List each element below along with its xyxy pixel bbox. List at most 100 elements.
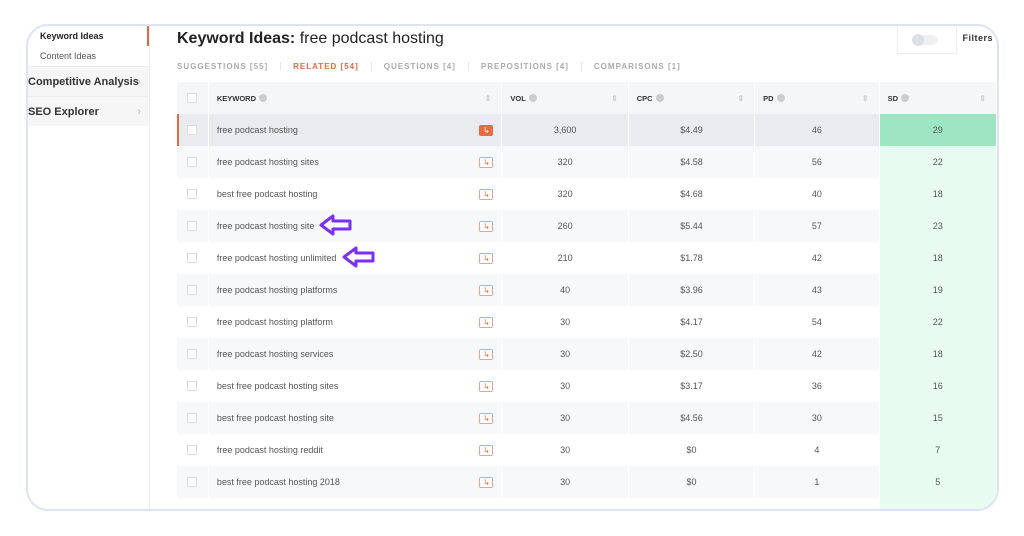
keyword-cell[interactable]: free podcast hosting ↳ <box>209 114 503 146</box>
tab-suggestions[interactable]: SUGGESTIONS [55] <box>177 62 280 71</box>
table-row[interactable]: best free podcast hosting sites ↳ 30 $3.1… <box>177 370 997 402</box>
sort-icon[interactable]: ⇕ <box>611 94 618 103</box>
tab-comparisons[interactable]: COMPARISONS [1] <box>580 62 693 71</box>
help-icon[interactable] <box>776 94 785 102</box>
keyword-cell[interactable]: free podcast hosting unlimited ↳ <box>209 242 503 274</box>
keyword-cell[interactable]: best free podcast hosting sites ↳ <box>209 370 503 402</box>
keyword-text: best free podcast hosting <box>216 189 318 199</box>
row-checkbox[interactable] <box>177 434 209 466</box>
vol-cell: 30 <box>502 402 629 434</box>
row-checkbox[interactable] <box>177 114 209 146</box>
open-keyword-icon[interactable]: ↳ <box>479 252 494 264</box>
row-checkbox[interactable] <box>177 178 209 210</box>
row-checkbox[interactable] <box>177 274 209 306</box>
row-checkbox[interactable] <box>177 210 209 242</box>
open-keyword-icon[interactable]: ↳ <box>479 444 494 456</box>
table-header: KEYWORD ⇕ VOL ⇕ CPC ⇕ PD ⇕ SD ⇕ <box>177 82 997 114</box>
keyword-cell[interactable]: free podcast hosting services ↳ <box>209 338 503 370</box>
column-cpc[interactable]: CPC ⇕ <box>629 82 756 114</box>
tab-questions[interactable]: QUESTIONS [4] <box>370 62 468 71</box>
table-row[interactable]: free podcast hosting site ↳ 260 $5.44 57 … <box>177 210 997 242</box>
open-keyword-icon[interactable]: ↳ <box>479 476 494 488</box>
keyword-cell[interactable]: free podcast hosting platform ↳ <box>209 306 503 338</box>
open-keyword-icon[interactable]: ↳ <box>479 156 494 168</box>
help-icon[interactable] <box>259 94 268 102</box>
select-all-checkbox[interactable] <box>177 82 209 114</box>
table-row[interactable]: free podcast hosting ↳ 3,600 $4.49 46 29 <box>177 114 997 146</box>
column-vol[interactable]: VOL ⇕ <box>502 82 629 114</box>
keyword-cell[interactable]: free podcast hosting sites ↳ <box>209 146 503 178</box>
open-keyword-icon[interactable]: ↳ <box>479 284 494 296</box>
row-checkbox[interactable] <box>177 146 209 178</box>
sidebar-item-competitive-analysis[interactable]: Competitive Analysis › <box>28 66 149 96</box>
sidebar-item-content-ideas[interactable]: Content Ideas <box>28 46 149 66</box>
open-keyword-icon[interactable]: ↳ <box>479 188 494 200</box>
column-label: VOL <box>510 93 526 103</box>
table-row[interactable]: free podcast hosting platforms ↳ 40 $3.96… <box>177 274 997 306</box>
keyword-cell[interactable]: free podcast hosting reddit ↳ <box>209 434 503 466</box>
open-keyword-icon[interactable]: ↳ <box>479 316 494 328</box>
pd-cell: 36 <box>755 370 880 402</box>
row-checkbox[interactable] <box>177 498 209 509</box>
column-keyword[interactable]: KEYWORD ⇕ <box>209 82 503 114</box>
sd-cell: 7 <box>879 434 997 466</box>
cpc-cell: $1.78 <box>629 242 756 274</box>
keyword-text: free podcast hosting platform <box>216 317 333 327</box>
keyword-cell[interactable]: free podcast hosting site ↳ <box>209 210 503 242</box>
toggle-container <box>897 26 957 54</box>
vol-cell <box>502 498 629 509</box>
sidebar-item-keyword-ideas[interactable]: Keyword Ideas <box>28 26 149 46</box>
vol-cell: 40 <box>502 274 629 306</box>
row-checkbox[interactable] <box>177 466 209 498</box>
sd-cell: 5 <box>879 466 997 498</box>
sort-icon[interactable]: ⇕ <box>979 94 986 103</box>
open-keyword-icon[interactable]: ↳ <box>479 412 494 424</box>
help-icon[interactable] <box>900 94 909 102</box>
row-checkbox[interactable] <box>177 370 209 402</box>
table-row[interactable]: best free podcast hosting ↳ 320 $4.68 40 … <box>177 178 997 210</box>
column-sd[interactable]: SD ⇕ <box>879 82 997 114</box>
column-pd[interactable]: PD ⇕ <box>755 82 880 114</box>
cpc-cell: $0 <box>629 434 756 466</box>
keyword-cell[interactable]: free podcast hosting platforms ↳ <box>209 274 503 306</box>
annotation-arrow-icon <box>319 214 353 238</box>
row-checkbox[interactable] <box>177 242 209 274</box>
vol-cell: 30 <box>502 466 629 498</box>
sort-icon[interactable]: ⇕ <box>862 94 869 103</box>
cpc-cell: $3.96 <box>629 274 756 306</box>
tab-related[interactable]: RELATED [54] <box>280 62 371 71</box>
sidebar-item-seo-explorer[interactable]: SEO Explorer › <box>28 96 149 126</box>
sort-icon[interactable]: ⇕ <box>485 94 492 103</box>
row-checkbox[interactable] <box>177 338 209 370</box>
filters-button[interactable]: Filters <box>962 33 993 43</box>
toggle-switch[interactable] <box>912 34 938 46</box>
table-row[interactable]: best free podcast hosting 2018 ↳ 30 $0 1 … <box>177 466 997 498</box>
table-row[interactable]: free podcast hosting unlimited ↳ 210 $1.7… <box>177 242 997 274</box>
open-keyword-icon[interactable]: ↳ <box>479 348 494 360</box>
row-checkbox[interactable] <box>177 306 209 338</box>
table-row[interactable]: free podcast hosting platform ↳ 30 $4.17 … <box>177 306 997 338</box>
table-row[interactable]: best free podcast hosting site ↳ 30 $4.56… <box>177 402 997 434</box>
help-icon[interactable] <box>528 94 537 102</box>
keyword-cell[interactable]: best free podcast hosting ↳ <box>209 178 503 210</box>
help-icon[interactable] <box>655 94 664 102</box>
open-keyword-icon[interactable]: ↳ <box>479 508 494 509</box>
vol-cell: 210 <box>502 242 629 274</box>
keyword-cell[interactable]: best free podcast hosting site ↳ <box>209 402 503 434</box>
tab-prepositions[interactable]: PREPOSITIONS [4] <box>467 62 581 71</box>
keyword-text: free podcast hosting site <box>216 221 315 231</box>
open-keyword-icon[interactable]: ↳ <box>479 124 494 136</box>
table-row[interactable]: free podcast hosting services ↳ 30 $2.50 … <box>177 338 997 370</box>
keyword-cell[interactable]: ↳ <box>209 498 503 509</box>
vol-cell: 30 <box>502 434 629 466</box>
open-keyword-icon[interactable]: ↳ <box>479 220 494 232</box>
table-row[interactable]: free podcast hosting reddit ↳ 30 $0 4 7 <box>177 434 997 466</box>
cpc-cell: $0 <box>629 466 756 498</box>
open-keyword-icon[interactable]: ↳ <box>479 380 494 392</box>
sort-icon[interactable]: ⇕ <box>737 94 744 103</box>
table-row-partial[interactable]: ↳ <box>177 498 997 509</box>
cpc-cell <box>629 498 756 509</box>
keyword-cell[interactable]: best free podcast hosting 2018 ↳ <box>209 466 503 498</box>
table-row[interactable]: free podcast hosting sites ↳ 320 $4.58 56… <box>177 146 997 178</box>
row-checkbox[interactable] <box>177 402 209 434</box>
